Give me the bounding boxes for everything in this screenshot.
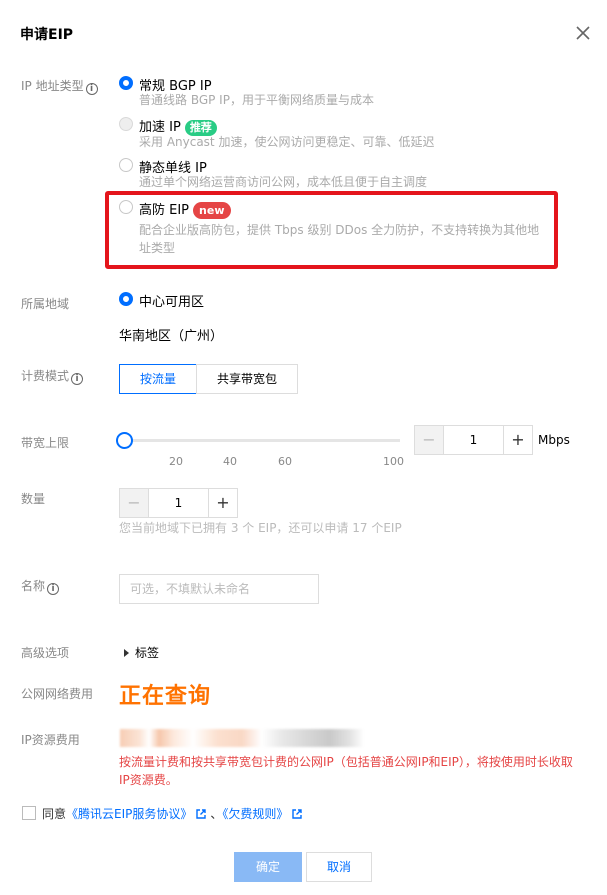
billing-label-text: 计费模式	[21, 369, 70, 383]
agreement-prefix: 同意	[42, 807, 67, 821]
external-link-icon[interactable]	[292, 808, 303, 819]
ip-fee-warning: 按流量计费和按共享带宽包计费的公网IP（包括普通公网IP和EIP），将按使用时长…	[119, 755, 573, 787]
bandwidth-label: 带宽上限	[21, 436, 70, 450]
ip-fee-value-redacted	[120, 729, 364, 747]
network-fee-label: 公网网络费用	[21, 687, 94, 701]
option-desc-accelerated: 采用 Anycast 加速，使公网访问更稳定、可靠、低延迟	[139, 135, 435, 149]
name-label-text: 名称	[21, 579, 46, 593]
agreement-text: 同意《腾讯云EIP服务协议》 、《欠费规则》	[42, 805, 306, 822]
agreement-separator: 、	[210, 807, 223, 821]
region-value: 华南地区（广州）	[119, 329, 224, 344]
billing-label: 计费模式 i	[21, 367, 84, 385]
agree-checkbox[interactable]	[22, 806, 36, 820]
highlight-box	[105, 191, 558, 269]
billing-by-traffic-button[interactable]: 按流量	[119, 364, 197, 394]
info-icon[interactable]: i	[47, 583, 60, 595]
bandwidth-slider-track[interactable]	[124, 439, 400, 442]
bandwidth-increment-button[interactable]: +	[503, 425, 533, 455]
radio-static-ip[interactable]	[119, 158, 133, 172]
name-input[interactable]: 可选，不填默认未命名	[119, 574, 319, 604]
quantity-hint: 您当前地域下已拥有 3 个 EIP，还可以申请 17 个EIP	[119, 521, 402, 535]
eip-agreement-link[interactable]: 《腾讯云EIP服务协议》	[66, 807, 192, 821]
confirm-button[interactable]: 确定	[234, 852, 302, 882]
tags-toggle-label: 标签	[135, 646, 160, 660]
ip-fee-label: IP资源费用	[21, 733, 80, 747]
radio-central-zone[interactable]	[119, 292, 133, 306]
slider-tick: 20	[169, 455, 183, 468]
cancel-button[interactable]: 取消	[306, 852, 372, 882]
external-link-icon[interactable]	[196, 808, 207, 819]
close-icon[interactable]	[576, 26, 592, 42]
region-label: 所属地域	[21, 297, 70, 311]
info-icon[interactable]: i	[71, 373, 84, 385]
tags-toggle[interactable]: 标签	[124, 644, 159, 661]
bandwidth-input[interactable]: 1	[444, 425, 503, 455]
billing-shared-bandwidth-button[interactable]: 共享带宽包	[196, 364, 298, 394]
network-fee-value: 正在查询	[119, 684, 212, 709]
quantity-increment-button[interactable]: +	[208, 488, 238, 518]
name-label: 名称 i	[21, 577, 60, 595]
region-option: 中心可用区	[139, 295, 205, 310]
option-desc-bgp: 普通线路 BGP IP，用于平衡网络质量与成本	[139, 93, 374, 107]
slider-tick: 40	[223, 455, 237, 468]
radio-bgp-ip[interactable]	[119, 76, 133, 90]
ip-type-label: IP 地址类型 i	[21, 77, 98, 95]
quantity-input[interactable]: 1	[149, 488, 208, 518]
bandwidth-slider-handle[interactable]	[116, 432, 133, 449]
dialog-title: 申请EIP	[20, 27, 74, 43]
ip-type-label-text: IP 地址类型	[21, 79, 84, 93]
bandwidth-decrement-button[interactable]: −	[414, 425, 444, 455]
overdue-rules-link[interactable]: 《欠费规则》	[222, 807, 288, 821]
caret-right-icon	[124, 649, 129, 657]
advanced-label: 高级选项	[21, 646, 70, 660]
quantity-decrement-button[interactable]: −	[119, 488, 149, 518]
info-icon[interactable]: i	[85, 83, 98, 95]
quantity-label: 数量	[21, 492, 46, 506]
option-desc-static: 通过单个网络运营商访问公网，成本低且便于自主调度	[139, 175, 428, 189]
radio-accelerated-ip[interactable]	[119, 117, 133, 131]
slider-tick: 100	[383, 455, 404, 468]
slider-tick: 60	[278, 455, 292, 468]
bandwidth-unit: Mbps	[538, 433, 570, 447]
